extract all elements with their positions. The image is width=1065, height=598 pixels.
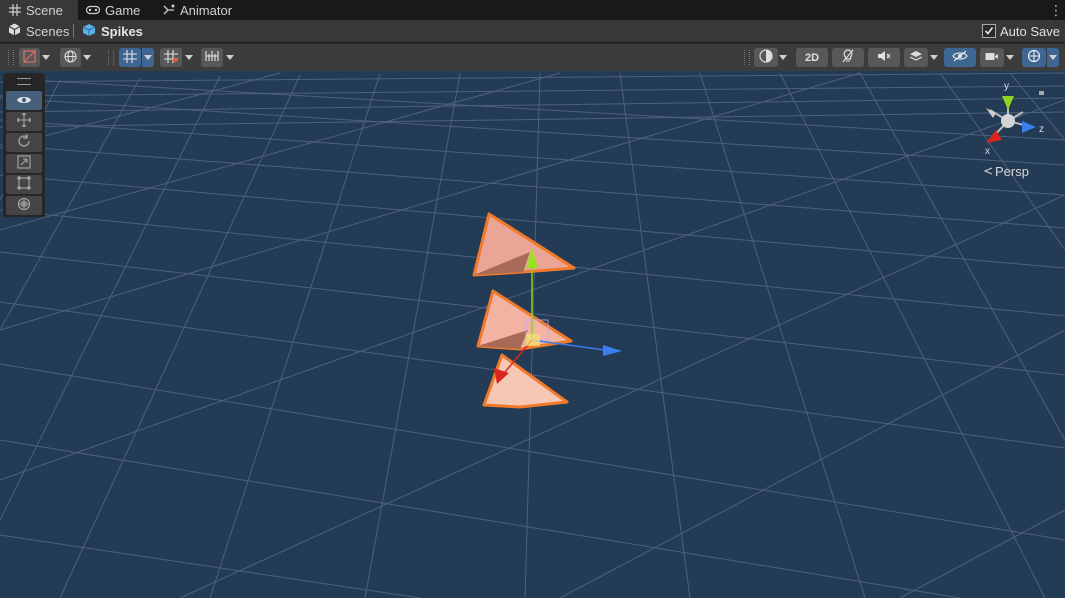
grid-snap-dropdown[interactable] xyxy=(142,48,154,67)
orientation-gizmo[interactable]: y z x xyxy=(975,78,1045,158)
prefab-cube-icon xyxy=(82,23,96,40)
ruler-snap-dropdown[interactable] xyxy=(224,48,236,67)
scale-icon xyxy=(17,155,31,172)
auto-save-checkbox[interactable] xyxy=(982,24,996,38)
render-mode-dropdown[interactable] xyxy=(81,48,93,67)
chevron-down-icon xyxy=(185,55,193,60)
lightbulb-icon xyxy=(842,49,854,66)
rotate-icon xyxy=(17,134,31,151)
rotate-tool-button[interactable] xyxy=(6,133,42,152)
tab-label: Scene xyxy=(26,2,63,18)
draw-mode-button[interactable] xyxy=(19,48,40,67)
overlay-grip-icon[interactable] xyxy=(17,78,31,85)
shading-mode-button[interactable] xyxy=(754,48,778,67)
chevron-down-icon xyxy=(779,55,787,60)
gizmos-button[interactable] xyxy=(1022,48,1046,67)
more-options-icon[interactable]: ⋮ xyxy=(1049,3,1063,17)
move-tool-button[interactable] xyxy=(6,112,42,131)
camera-settings-dropdown[interactable] xyxy=(1004,48,1016,67)
shading-sphere-icon xyxy=(759,49,773,66)
toolbar-grip-icon xyxy=(744,50,750,65)
gizmo-x-label: x xyxy=(985,146,990,157)
chevron-down-icon xyxy=(1049,55,1057,60)
window-tab-bar: Scene Game Animator ⋮ xyxy=(0,0,1065,20)
ruler-snap-button[interactable] xyxy=(201,48,223,67)
grid-snap-button[interactable] xyxy=(119,48,141,67)
increment-snap-button[interactable] xyxy=(160,48,182,67)
tab-animator[interactable]: Animator xyxy=(163,0,232,20)
scale-tool-button[interactable] xyxy=(6,154,42,173)
effects-dropdown[interactable] xyxy=(928,48,940,67)
camera-settings-button[interactable] xyxy=(980,48,1004,67)
breadcrumb-root[interactable]: Scenes xyxy=(8,20,69,42)
breadcrumb-current-label: Spikes xyxy=(101,23,143,39)
chevron-down-icon xyxy=(1006,55,1014,60)
chevron-left-icon xyxy=(983,164,993,179)
breadcrumb-separator xyxy=(73,24,74,38)
projection-toggle[interactable]: Persp xyxy=(983,164,1029,179)
move-icon xyxy=(16,112,32,130)
draw-mode-icon xyxy=(23,49,36,66)
audio-toggle-button[interactable] xyxy=(868,48,900,67)
auto-save-label: Auto Save xyxy=(1000,23,1060,39)
chevron-down-icon xyxy=(930,55,938,60)
camera-icon xyxy=(985,51,999,65)
eye-icon xyxy=(16,93,32,108)
view-tool-button[interactable] xyxy=(6,91,42,110)
transform-icon xyxy=(17,197,31,214)
animator-icon xyxy=(163,4,175,16)
grid-icon xyxy=(9,4,21,16)
scene-visibility-button[interactable] xyxy=(944,48,976,67)
projection-label: Persp xyxy=(995,164,1029,179)
gizmos-dropdown[interactable] xyxy=(1047,48,1059,67)
layers-icon xyxy=(909,50,923,65)
eye-hidden-icon xyxy=(952,50,968,65)
rect-icon xyxy=(17,176,31,193)
effects-toggle-button[interactable] xyxy=(904,48,928,67)
chevron-down-icon xyxy=(144,55,152,60)
breadcrumb-current[interactable]: Spikes xyxy=(82,20,143,42)
render-mode-button[interactable] xyxy=(60,48,81,67)
chevron-down-icon xyxy=(42,55,50,60)
tab-game[interactable]: Game xyxy=(86,0,140,20)
toolbar-grip-icon xyxy=(108,50,114,65)
tab-scene[interactable]: Scene xyxy=(0,0,78,20)
increment-snap-icon xyxy=(164,49,178,66)
2d-toggle-button[interactable]: 2D xyxy=(796,48,828,67)
auto-save-toggle[interactable]: Auto Save xyxy=(982,20,1060,42)
toolbar-grip-icon xyxy=(8,50,14,65)
scene-tools-overlay xyxy=(3,73,45,217)
scene-toolbar: 2D xyxy=(0,43,1065,71)
speaker-muted-icon xyxy=(877,50,891,65)
rect-tool-button[interactable] xyxy=(6,175,42,194)
unity-logo-icon xyxy=(8,23,21,39)
scene-viewport[interactable]: y z x Persp xyxy=(0,71,1065,598)
chevron-down-icon xyxy=(83,55,91,60)
shading-mode-dropdown[interactable] xyxy=(777,48,789,67)
breadcrumb-root-label: Scenes xyxy=(26,23,70,39)
tab-label: Animator xyxy=(180,2,233,18)
breadcrumb: Scenes Spikes Auto Save xyxy=(0,20,1065,42)
grid-snap-icon xyxy=(123,49,137,66)
gizmo-globe-icon xyxy=(1027,49,1041,66)
gamepad-icon xyxy=(86,5,100,15)
draw-mode-dropdown[interactable] xyxy=(40,48,52,67)
increment-snap-dropdown[interactable] xyxy=(183,48,195,67)
ruler-icon xyxy=(205,50,219,65)
spikes-object[interactable] xyxy=(0,71,1065,598)
transform-tool-button[interactable] xyxy=(6,196,42,215)
globe-icon xyxy=(64,49,77,66)
tab-label: Game xyxy=(105,2,141,18)
gizmo-z-label: z xyxy=(1039,124,1044,135)
gizmo-y-label: y xyxy=(1004,81,1009,92)
chevron-down-icon xyxy=(226,55,234,60)
lighting-toggle-button[interactable] xyxy=(832,48,864,67)
spike-middle xyxy=(476,289,573,351)
